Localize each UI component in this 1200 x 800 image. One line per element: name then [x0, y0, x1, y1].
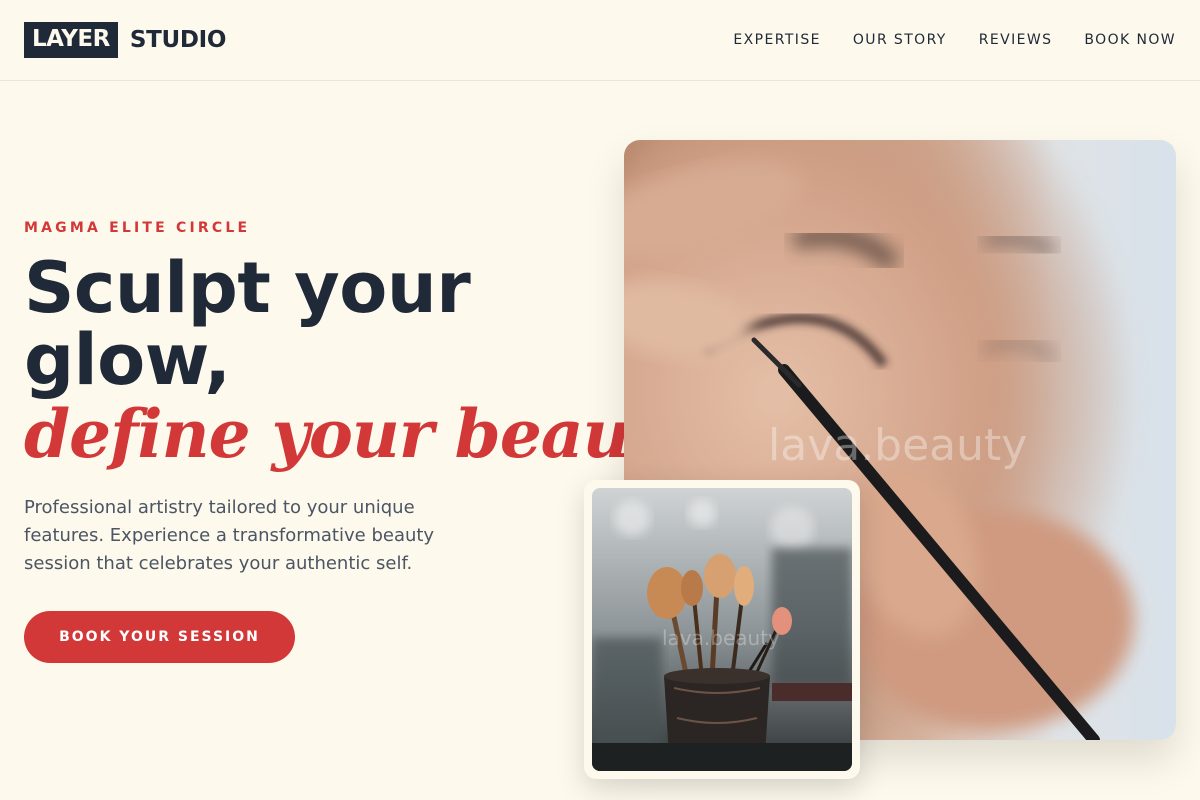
brushes-photo-card: lava.beauty [584, 480, 860, 779]
hero-eyebrow: MAGMA ELITE CIRCLE [24, 220, 251, 236]
main-nav: EXPERTISE OUR STORY REVIEWS BOOK NOW [733, 32, 1176, 48]
site-header: LAYER STUDIO EXPERTISE OUR STORY REVIEWS… [0, 0, 1200, 81]
logo-text: STUDIO [129, 27, 227, 53]
headline-main: Sculpt your glow, [24, 247, 471, 401]
logo[interactable]: LAYER STUDIO [24, 22, 226, 58]
logo-box: LAYER [24, 22, 118, 58]
headline-accent: define your beauty. [24, 395, 712, 473]
nav-item-book-now[interactable]: BOOK NOW [1084, 32, 1176, 48]
small-photo-watermark: lava.beauty [662, 626, 780, 650]
main-photo-watermark: lava.beauty [768, 420, 1028, 471]
nav-item-reviews[interactable]: REVIEWS [979, 32, 1053, 48]
book-session-button[interactable]: BOOK YOUR SESSION [24, 611, 295, 663]
nav-item-expertise[interactable]: EXPERTISE [733, 32, 820, 48]
hero-headline: Sculpt your glow, define your beauty. [24, 252, 712, 473]
makeup-brushes-photo: lava.beauty [592, 488, 852, 771]
nav-item-our-story[interactable]: OUR STORY [853, 32, 947, 48]
hero-lead: Professional artistry tailored to your u… [24, 497, 435, 574]
